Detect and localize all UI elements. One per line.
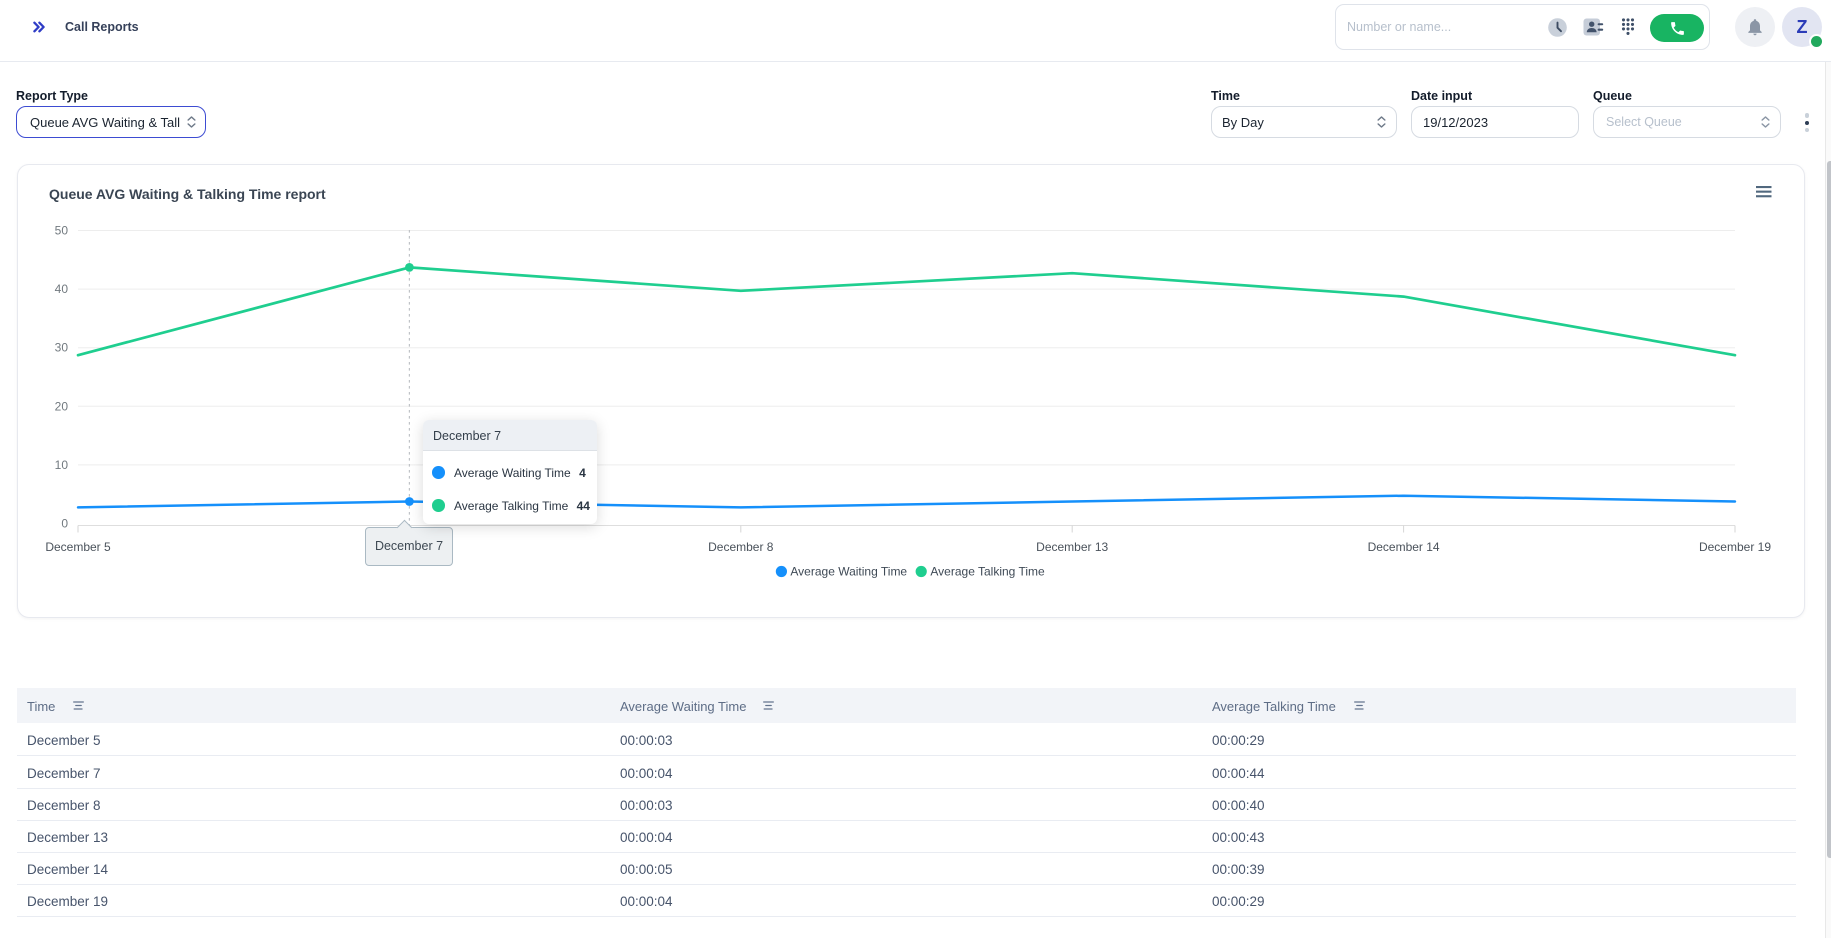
svg-text:40: 40 <box>55 282 69 296</box>
svg-text:December 19: December 19 <box>1699 540 1771 554</box>
svg-text:10: 10 <box>55 458 69 472</box>
svg-text:Average Talking Time: Average Talking Time <box>930 565 1045 579</box>
svg-text:30: 30 <box>55 341 69 355</box>
svg-text:0: 0 <box>61 517 68 531</box>
svg-text:50: 50 <box>55 224 69 238</box>
svg-text:December 8: December 8 <box>708 540 774 554</box>
svg-text:20: 20 <box>55 399 69 413</box>
svg-text:December 13: December 13 <box>1036 540 1108 554</box>
svg-text:December 5: December 5 <box>45 540 111 554</box>
svg-text:December 14: December 14 <box>1368 540 1440 554</box>
svg-text:Average Waiting Time: Average Waiting Time <box>790 565 907 579</box>
